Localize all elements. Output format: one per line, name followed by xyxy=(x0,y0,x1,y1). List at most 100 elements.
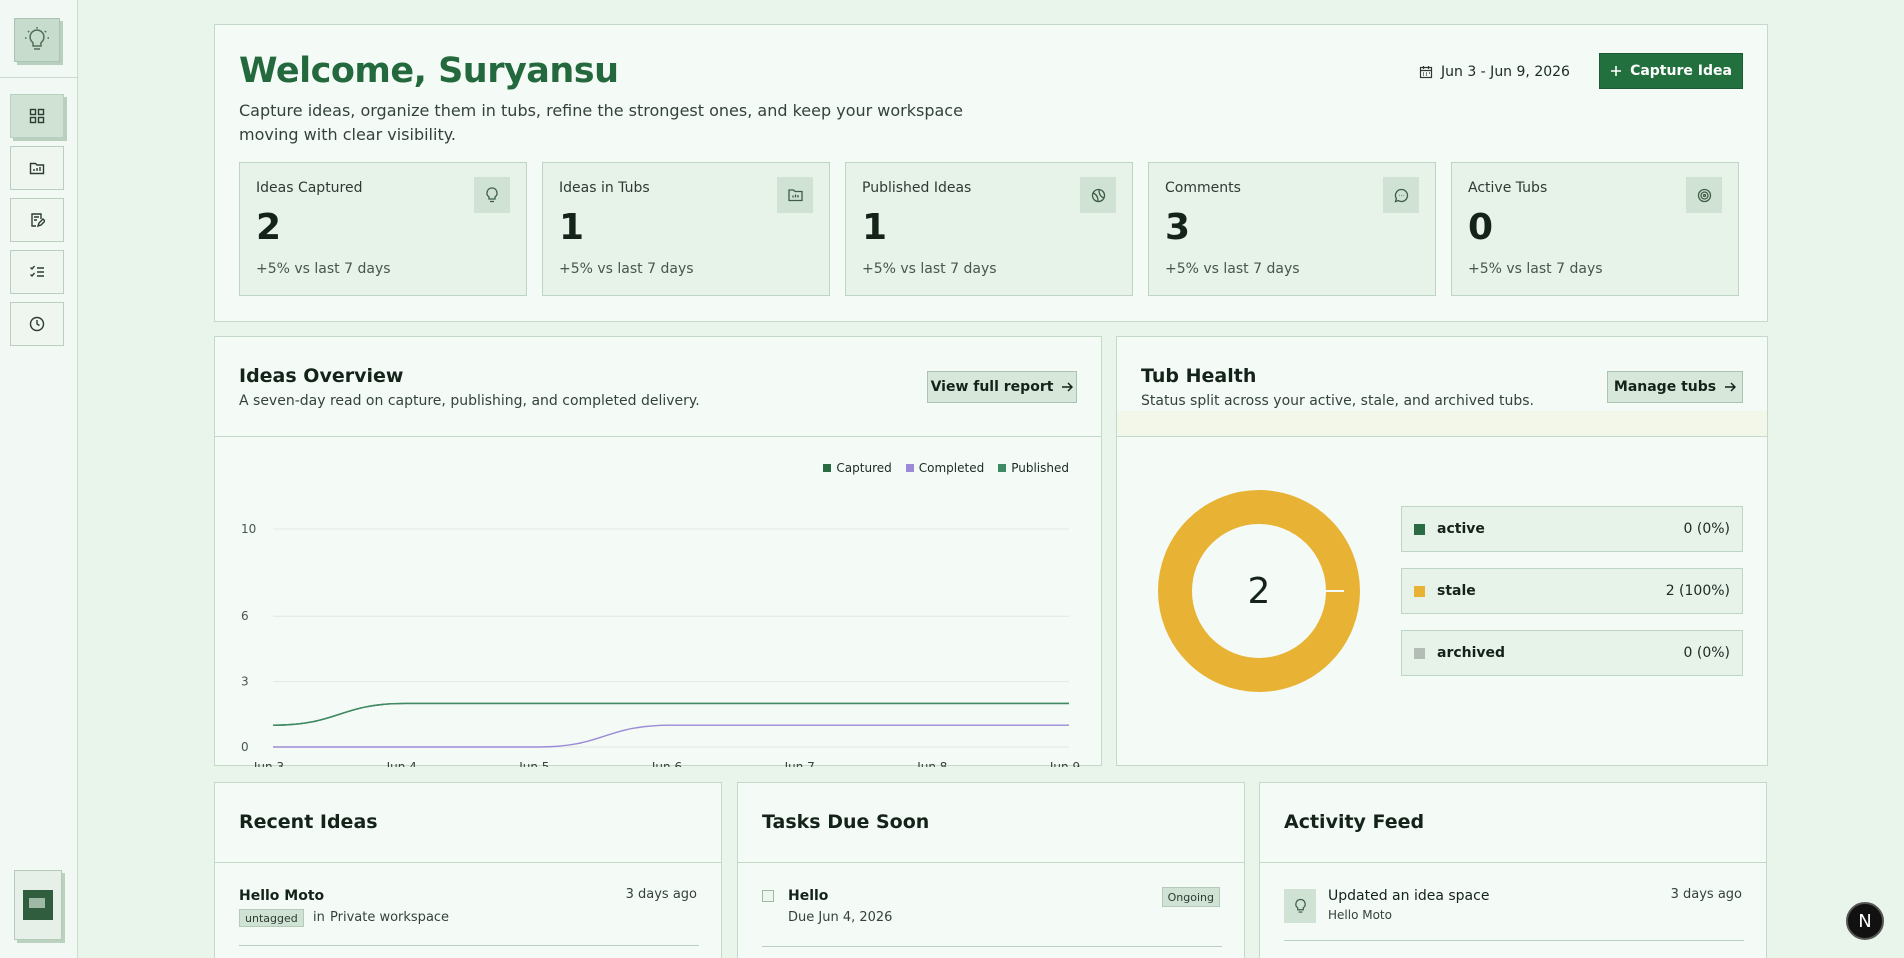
panel-divider xyxy=(1260,862,1766,863)
task-title[interactable]: Hello xyxy=(788,888,828,904)
tub-status-row-active[interactable]: active 0 (0%) xyxy=(1401,506,1743,552)
tub-status-row-archived[interactable]: archived 0 (0%) xyxy=(1401,630,1743,676)
panel-divider xyxy=(215,862,721,863)
welcome-subtitle: Capture ideas, organize them in tubs, re… xyxy=(239,101,963,144)
status-swatch xyxy=(1414,585,1425,597)
idea-time: 3 days ago xyxy=(625,887,697,902)
stat-delta: +5% vs last 7 days xyxy=(1468,261,1603,277)
manage-tubs-label: Manage tubs xyxy=(1613,379,1717,395)
idea-in-label: in xyxy=(313,910,325,925)
sidebar xyxy=(0,0,78,958)
stat-value: 2 xyxy=(256,207,282,248)
tub-status-name: stale xyxy=(1437,583,1476,599)
status-swatch xyxy=(1414,523,1425,535)
ideas-overview-subtitle: A seven-day read on capture, publishing,… xyxy=(239,393,700,409)
nav-tasks[interactable] xyxy=(10,250,64,294)
status-swatch xyxy=(1414,647,1425,659)
date-range-label: Jun 3 - Jun 9, 2026 xyxy=(1441,64,1570,80)
stat-card-ideas-captured[interactable]: Ideas Captured 2 +5% vs last 7 days xyxy=(239,162,527,296)
lightbulb-icon xyxy=(25,27,49,50)
calendar-icon xyxy=(1419,66,1433,79)
stat-value: 0 xyxy=(1468,207,1494,248)
series-line-completed xyxy=(273,724,1069,748)
chat-icon xyxy=(1383,177,1419,213)
ideas-line-chart: 0 3 6 10 Jun 3 Jun 4 Jun 5 Jun 6 Jun 7 Jun 8 Jun 9 xyxy=(241,522,1080,767)
activity-title: Activity Feed xyxy=(1284,811,1425,833)
dashboard-icon xyxy=(29,108,45,124)
tub-status-row-stale[interactable]: stale 2 (100%) xyxy=(1401,568,1743,614)
stat-label: Ideas in Tubs xyxy=(559,180,650,196)
folder-icon xyxy=(777,177,813,213)
tub-status-value: 0 (0%) xyxy=(1683,645,1731,661)
row-divider xyxy=(762,946,1222,947)
stat-value: 1 xyxy=(559,207,585,248)
y-tick-label: 6 xyxy=(241,609,249,623)
y-tick-label: 0 xyxy=(241,740,249,754)
series-line-captured xyxy=(272,702,1069,726)
globe-icon xyxy=(1080,177,1116,213)
user-avatar[interactable] xyxy=(14,870,62,940)
stat-card-active-tubs[interactable]: Active Tubs 0 +5% vs last 7 days xyxy=(1451,162,1739,296)
nav-tubs[interactable] xyxy=(10,146,64,190)
nav-history[interactable] xyxy=(10,302,64,346)
nav-editor[interactable] xyxy=(10,198,64,242)
manage-tubs-button[interactable]: Manage tubs xyxy=(1607,371,1743,403)
recent-ideas-title: Recent Ideas xyxy=(239,811,378,833)
stat-label: Published Ideas xyxy=(862,180,972,196)
target-icon xyxy=(1686,177,1722,213)
nav-dashboard[interactable] xyxy=(10,94,64,138)
stat-delta: +5% vs last 7 days xyxy=(256,261,391,277)
idea-title[interactable]: Hello Moto xyxy=(239,888,324,904)
tub-status-value: 2 (100%) xyxy=(1665,583,1730,599)
tub-status-donut-chart: 2 xyxy=(1158,490,1360,692)
stat-label: Comments xyxy=(1165,180,1241,196)
arrow-right-icon xyxy=(1062,382,1074,392)
tub-status-name: active xyxy=(1437,521,1485,537)
app-logo[interactable] xyxy=(14,18,60,62)
tasks-title: Tasks Due Soon xyxy=(762,811,930,833)
stat-card-published-ideas[interactable]: Published Ideas 1 +5% vs last 7 days xyxy=(845,162,1133,296)
avatar-image xyxy=(23,890,53,920)
view-full-report-button[interactable]: View full report xyxy=(927,371,1077,403)
ideas-overview-panel: Ideas Overview A seven-day read on captu… xyxy=(214,336,1102,767)
idea-tag[interactable]: untagged xyxy=(239,909,304,927)
tasks-due-soon-panel: Tasks Due Soon Hello Due Jun 4, 2026 Ong… xyxy=(737,782,1245,958)
stat-delta: +5% vs last 7 days xyxy=(1165,261,1300,277)
panel-divider xyxy=(1117,436,1767,437)
activity-detail: Hello Moto xyxy=(1328,908,1392,922)
page-title: Welcome, Suryansu xyxy=(239,51,619,91)
arrow-right-icon xyxy=(1725,382,1737,392)
tub-health-subtitle: Status split across your active, stale, … xyxy=(1141,393,1534,409)
idea-workspace: Private workspace xyxy=(330,910,450,925)
tub-health-header-band xyxy=(1117,411,1767,436)
x-tick-label: Jun 4 xyxy=(386,760,417,767)
x-tick-label: Jun 3 xyxy=(253,760,284,767)
tub-status-name: archived xyxy=(1437,645,1506,661)
panel-divider xyxy=(738,862,1244,863)
activity-title-text[interactable]: Updated an idea space xyxy=(1328,888,1489,904)
series-line-published xyxy=(272,702,1069,726)
lightbulb-icon xyxy=(474,177,510,213)
row-divider xyxy=(239,945,699,946)
checklist-icon xyxy=(30,265,44,278)
x-tick-label: Jun 6 xyxy=(651,760,682,767)
capture-idea-button[interactable]: Capture Idea xyxy=(1599,53,1743,89)
lightbulb-icon xyxy=(1284,889,1316,923)
y-tick-label: 3 xyxy=(241,675,249,689)
stat-card-ideas-in-tubs[interactable]: Ideas in Tubs 1 +5% vs last 7 days xyxy=(542,162,830,296)
stat-card-comments[interactable]: Comments 3 +5% vs last 7 days xyxy=(1148,162,1436,296)
x-tick-label: Jun 8 xyxy=(916,760,947,767)
tub-health-title: Tub Health xyxy=(1141,365,1257,387)
stat-label: Ideas Captured xyxy=(256,180,363,196)
date-range-picker[interactable]: Jun 3 - Jun 9, 2026 xyxy=(1419,61,1570,83)
task-checkbox[interactable] xyxy=(762,890,774,902)
stat-delta: +5% vs last 7 days xyxy=(862,261,997,277)
view-full-report-label: View full report xyxy=(930,379,1054,395)
floating-action-button[interactable]: N xyxy=(1846,902,1884,940)
task-status-badge: Ongoing xyxy=(1161,887,1220,907)
x-tick-label: Jun 9 xyxy=(1049,760,1080,767)
stat-value: 1 xyxy=(862,207,888,248)
stat-label: Active Tubs xyxy=(1468,180,1548,196)
tub-health-panel: Tub Health Status split across your acti… xyxy=(1116,336,1768,766)
welcome-card: Welcome, Suryansu Capture ideas, organiz… xyxy=(214,24,1768,322)
